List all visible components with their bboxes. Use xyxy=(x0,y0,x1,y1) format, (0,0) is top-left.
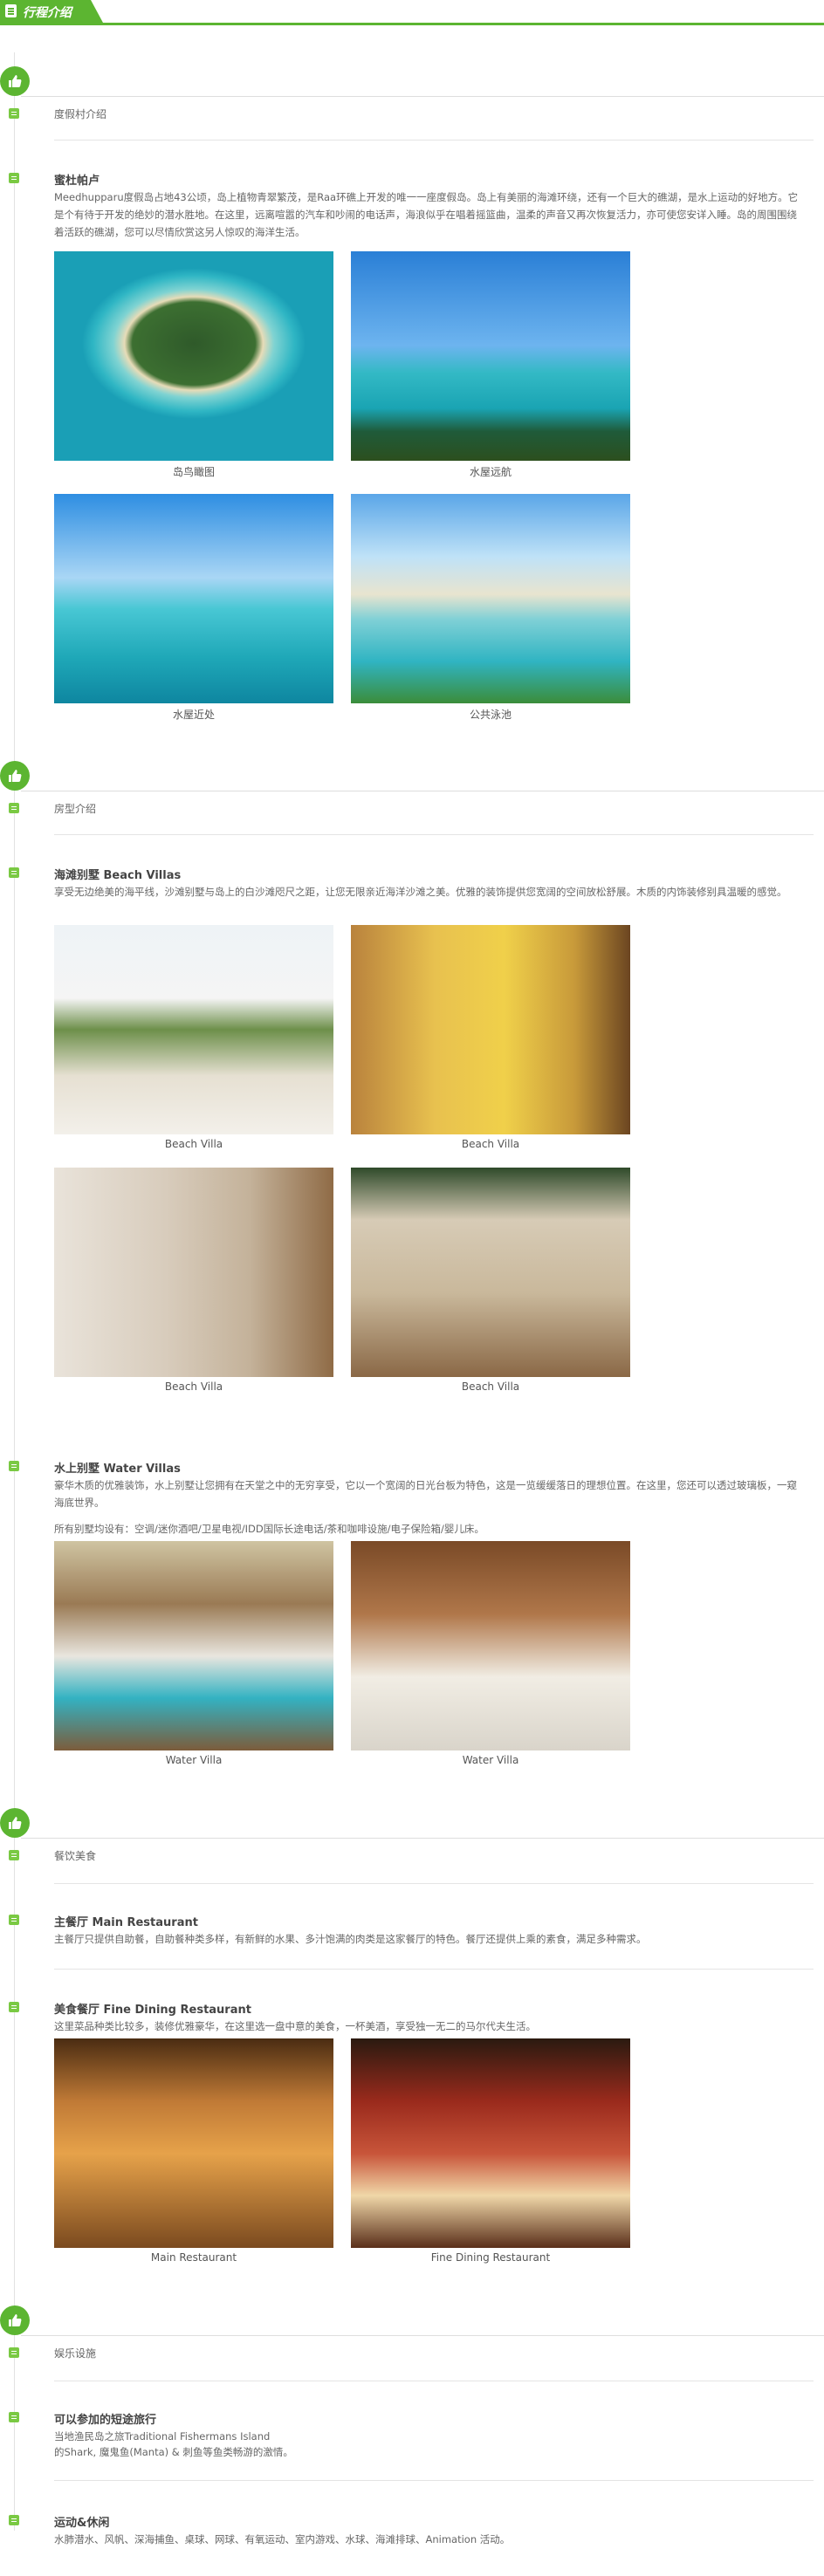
section-title: 娱乐设施 xyxy=(54,2347,97,2360)
list-pin-icon xyxy=(9,2002,19,2012)
section-title: 房型介绍 xyxy=(54,803,97,815)
list-pin-icon xyxy=(9,867,19,878)
photo-caption: Water Villa xyxy=(462,1754,519,1766)
thumbs-up-icon xyxy=(0,761,824,791)
beach-villa-exterior-photo xyxy=(54,925,333,1134)
subsection-text-2: 的Shark, 魔鬼鱼(Manta) & 刺鱼等鱼类畅游的激情。 xyxy=(54,2446,293,2458)
list-pin-icon xyxy=(9,1850,19,1860)
subsection-text: 豪华木质的优雅装饰，水上别墅让您拥有在天堂之中的无穷享受，它以一个宽阔的日光台板… xyxy=(54,1479,797,1509)
divider xyxy=(54,834,814,835)
photo-caption: Beach Villa xyxy=(164,1380,223,1393)
beach-villa-bathroom-photo xyxy=(54,1168,333,1377)
subsection-title: 水上别墅 Water Villas xyxy=(54,1463,181,1476)
divider xyxy=(54,2480,814,2481)
water-villa-room-photo xyxy=(54,1541,333,1750)
photo-caption: Main Restaurant xyxy=(150,2251,237,2264)
photo-caption: 水屋远航 xyxy=(469,466,512,478)
list-pin-icon xyxy=(9,1461,19,1471)
beach-villa-outdoor-bath-photo xyxy=(351,1168,630,1377)
pool-photo xyxy=(351,494,630,703)
subsection-text: 享受无边绝美的海平线，沙滩别墅与岛上的白沙滩咫尺之距，让您无限亲近海洋沙滩之美。… xyxy=(54,886,787,898)
water-villa-photo xyxy=(351,251,630,461)
subsection-title: 蜜杜帕卢 xyxy=(54,175,100,188)
thumbs-up-icon xyxy=(0,1808,824,1839)
photo-caption: Fine Dining Restaurant xyxy=(430,2251,551,2264)
timeline-line xyxy=(14,52,15,2531)
photo-caption: Water Villa xyxy=(165,1754,223,1766)
photo-caption: 岛鸟瞰图 xyxy=(172,466,215,478)
beach-villa-bedroom-photo xyxy=(351,925,630,1134)
list-pin-icon xyxy=(9,2347,19,2358)
section-header-rooms xyxy=(0,761,824,813)
header-tab: 行程介绍 xyxy=(0,0,103,23)
subsection-title: 运动&休闲 xyxy=(54,2517,110,2530)
section-header-dining xyxy=(0,1808,824,1860)
subsection-text: 当地渔民岛之旅Traditional Fishermans Island xyxy=(54,2430,271,2442)
list-pin-icon xyxy=(9,2412,19,2422)
photo-caption: 水屋近处 xyxy=(172,709,215,721)
divider xyxy=(54,1969,814,1970)
island-aerial-photo xyxy=(54,251,333,461)
list-pin-icon xyxy=(9,2515,19,2525)
section-header-resort xyxy=(0,66,824,119)
header-title: 行程介绍 xyxy=(23,6,72,20)
section-header-entertainment xyxy=(0,2305,824,2358)
water-villa-bedroom-photo xyxy=(351,1541,630,1750)
photo-caption: Beach Villa xyxy=(461,1380,520,1393)
subsection-title: 美食餐厅 Fine Dining Restaurant xyxy=(54,2004,251,2017)
subsection-text: 主餐厅只提供自助餐，自助餐种类多样，有新鲜的水果、多汁饱满的肉类是这家餐厅的特色… xyxy=(54,1933,647,1945)
section-title: 餐饮美食 xyxy=(54,1850,97,1862)
subsection-text: 水肺潜水、风帆、深海捕鱼、桌球、网球、有氧运动、室内游戏、水球、海滩排球、Ani… xyxy=(54,2533,511,2545)
main-restaurant-photo xyxy=(54,2038,333,2248)
subsection-title: 海滩别墅 Beach Villas xyxy=(54,869,182,882)
photo-caption: 公共泳池 xyxy=(469,709,512,721)
thumbs-up-icon xyxy=(0,66,824,97)
jetty-photo xyxy=(54,494,333,703)
list-pin-icon xyxy=(9,108,19,119)
list-pin-icon xyxy=(9,1915,19,1925)
subsection-title: 主餐厅 Main Restaurant xyxy=(54,1916,198,1929)
list-pin-icon xyxy=(9,173,19,183)
photo-caption: Beach Villa xyxy=(461,1138,520,1150)
subsection-text: 这里菜品种类比较多，装修优雅豪华，在这里选一盘中意的美食，一杯美酒，享受独一无二… xyxy=(54,2020,536,2032)
subsection-text-amenities: 所有别墅均设有：空调/迷你酒吧/卫星电视/IDD国际长途电话/茶和咖啡设施/电子… xyxy=(54,1523,484,1535)
photo-caption: Beach Villa xyxy=(164,1138,223,1150)
list-pin-icon xyxy=(9,803,19,813)
fine-dining-photo xyxy=(351,2038,630,2248)
subsection-text: Meedhupparu度假岛占地43公顷，岛上植物青翠繁茂，是Raa环礁上开发的… xyxy=(54,191,799,238)
document-icon xyxy=(5,4,17,17)
header-bar: 行程介绍 xyxy=(0,0,824,25)
section-title: 度假村介绍 xyxy=(54,108,107,120)
thumbs-up-icon xyxy=(0,2305,824,2336)
subsection-title: 可以参加的短途旅行 xyxy=(54,2414,157,2427)
divider xyxy=(54,1883,814,1884)
